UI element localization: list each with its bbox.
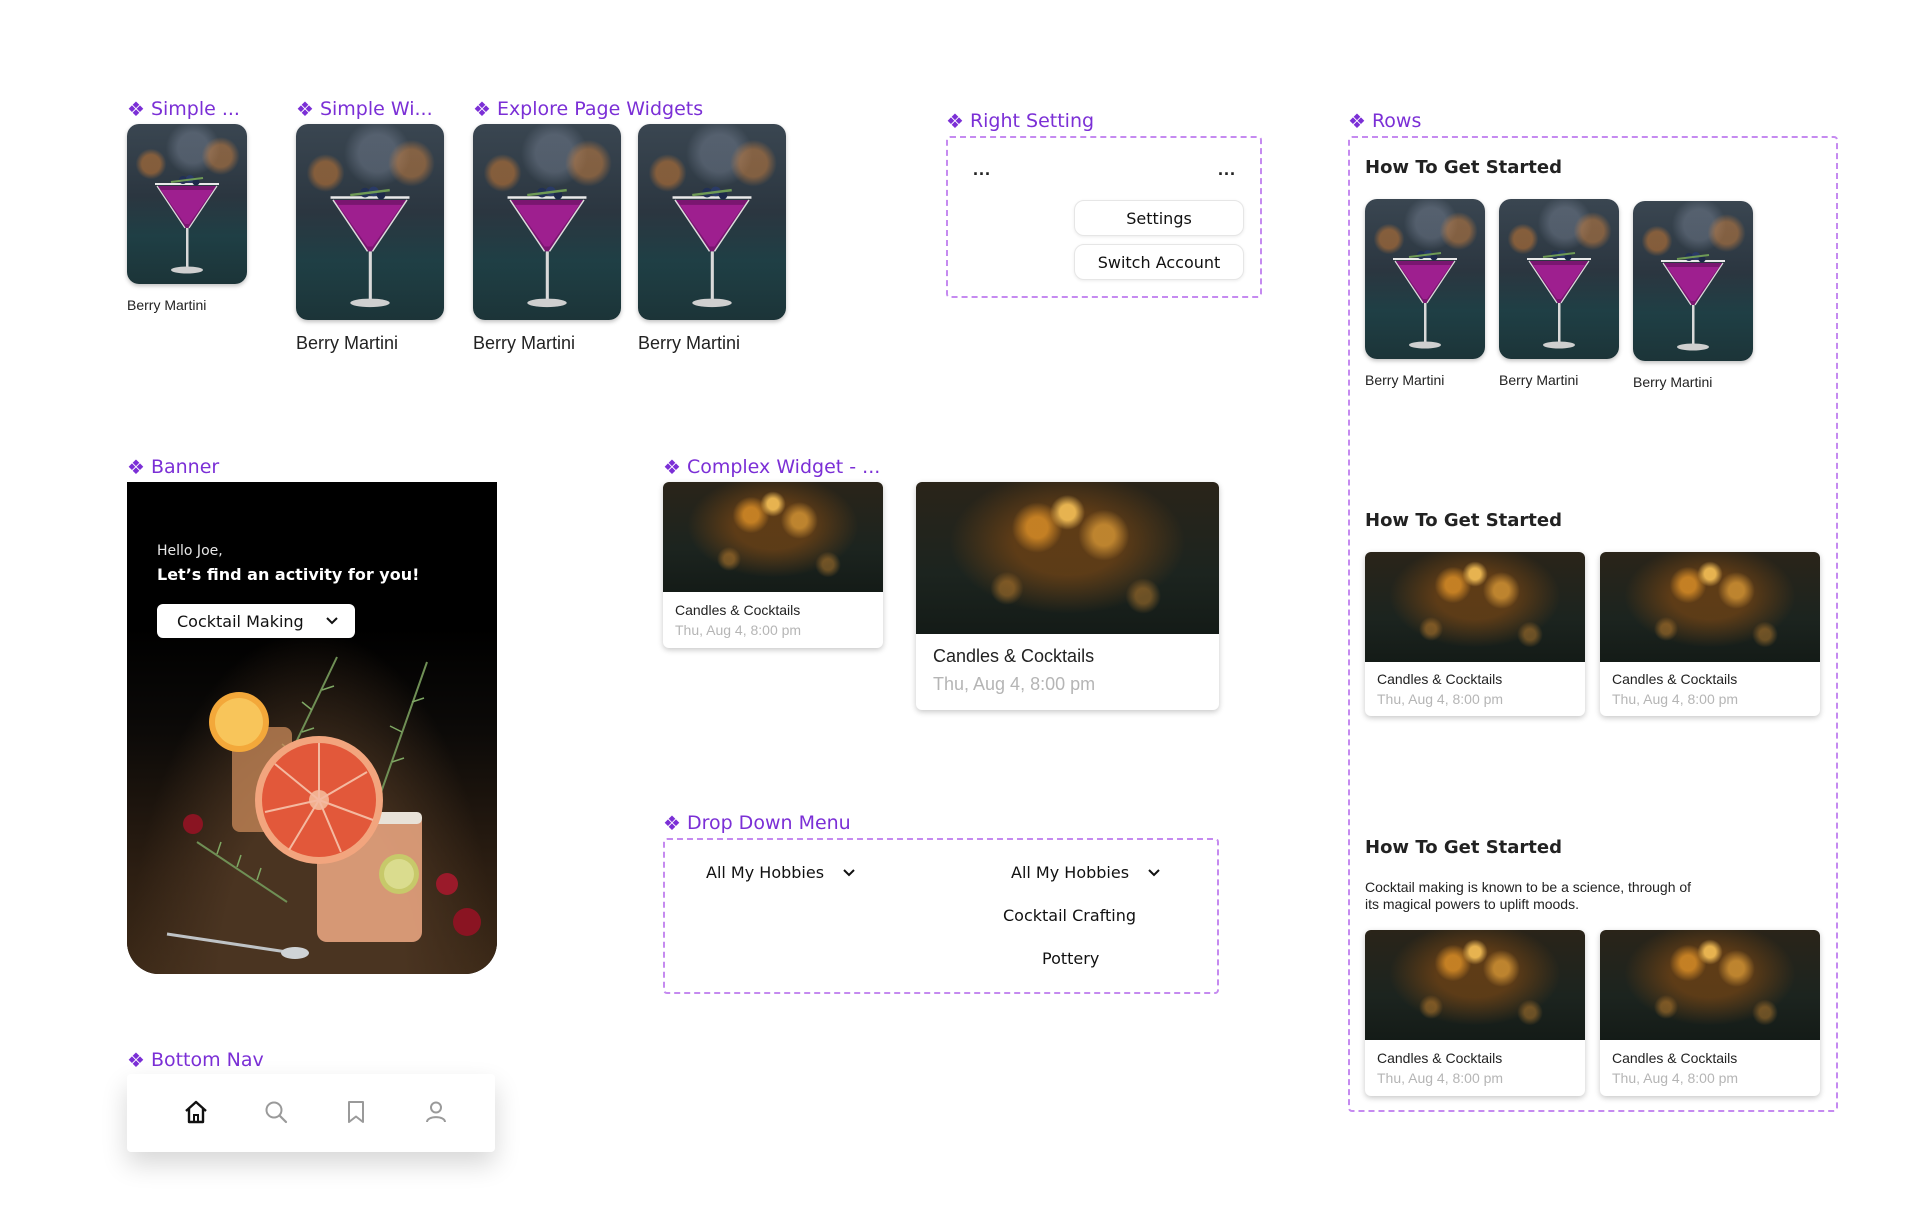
bookmark-icon[interactable] [342, 1098, 370, 1126]
event-date: Thu, Aug 4, 8:00 pm [933, 674, 1096, 694]
row-heading: How To Get Started [1365, 510, 1562, 531]
chevron-down-icon [326, 617, 338, 625]
candles-image [1600, 930, 1820, 1040]
hobbies-dropdown-value: All My Hobbies [706, 863, 825, 882]
martini-image[interactable] [1633, 201, 1753, 361]
event-card[interactable]: Candles & Cocktails Thu, Aug 4, 8:00 pm [663, 482, 883, 648]
candles-image [1365, 930, 1585, 1040]
martini-caption: Berry Martini [127, 297, 207, 313]
event-date: Thu, Aug 4, 8:00 pm [675, 622, 802, 638]
chevron-down-icon [843, 868, 855, 876]
activity-dropdown-value: Cocktail Making [177, 611, 304, 631]
label-right-setting: ❖ Right Setting [946, 109, 1095, 133]
event-title: Candles & Cocktails [1377, 1050, 1503, 1066]
label-explore-page-widgets: ❖ Explore Page Widgets [473, 97, 704, 121]
dropdown-option[interactable]: Cocktail Crafting [1003, 906, 1136, 925]
event-title: Candles & Cocktails [1612, 671, 1738, 687]
martini-caption: Berry Martini [1365, 372, 1445, 388]
row-description: Cocktail making is known to be a science… [1365, 879, 1692, 912]
martini-caption: Berry Martini [1633, 374, 1713, 390]
martini-caption: Berry Martini [473, 333, 576, 353]
candles-image [663, 482, 883, 592]
martini-image[interactable] [127, 124, 247, 284]
more-menu-icon[interactable]: ... [973, 160, 991, 178]
martini-image[interactable] [1499, 199, 1619, 359]
label-simple-widget: ❖ Simple ... [127, 97, 240, 121]
row-heading: How To Get Started [1365, 837, 1562, 858]
event-card[interactable]: Candles & Cocktails Thu, Aug 4, 8:00 pm [1600, 552, 1820, 716]
candles-image [1600, 552, 1820, 662]
martini-image[interactable] [638, 124, 786, 320]
event-title: Candles & Cocktails [933, 646, 1095, 666]
label-simple-widget-2: ❖ Simple Wi... [296, 97, 433, 121]
event-date: Thu, Aug 4, 8:00 pm [1377, 1070, 1504, 1086]
hobbies-dropdown-value: All My Hobbies [1011, 863, 1130, 882]
event-title: Candles & Cocktails [675, 602, 801, 618]
martini-image[interactable] [473, 124, 621, 320]
candles-image [916, 482, 1219, 634]
profile-icon[interactable] [422, 1098, 450, 1126]
search-icon[interactable] [262, 1098, 290, 1126]
event-card-large[interactable]: Candles & Cocktails Thu, Aug 4, 8:00 pm [916, 482, 1219, 710]
switch-account-button[interactable]: Switch Account [1074, 244, 1244, 280]
activity-dropdown[interactable]: Cocktail Making [157, 604, 355, 638]
martini-caption: Berry Martini [638, 333, 741, 353]
event-card[interactable]: Candles & Cocktails Thu, Aug 4, 8:00 pm [1600, 930, 1820, 1096]
label-drop-down-menu: ❖ Drop Down Menu [663, 811, 851, 835]
martini-image[interactable] [296, 124, 444, 320]
event-date: Thu, Aug 4, 8:00 pm [1612, 1070, 1739, 1086]
label-complex-widget: ❖ Complex Widget - ... [663, 455, 881, 479]
chevron-down-icon [1148, 868, 1160, 876]
event-card[interactable]: Candles & Cocktails Thu, Aug 4, 8:00 pm [1365, 552, 1585, 716]
event-date: Thu, Aug 4, 8:00 pm [1377, 691, 1504, 707]
event-card[interactable]: Candles & Cocktails Thu, Aug 4, 8:00 pm [1365, 930, 1585, 1096]
banner-headline: Let’s find an activity for you! [157, 565, 420, 584]
hobbies-dropdown-open[interactable]: All My Hobbies [1011, 863, 1161, 882]
banner-greeting: Hello Joe, [157, 543, 223, 559]
martini-caption: Berry Martini [296, 333, 399, 353]
event-title: Candles & Cocktails [1612, 1050, 1738, 1066]
more-menu-icon[interactable]: ... [1218, 160, 1236, 178]
label-rows: ❖ Rows [1348, 109, 1422, 133]
label-banner: ❖ Banner [127, 455, 220, 479]
settings-button[interactable]: Settings [1074, 200, 1244, 236]
home-icon[interactable] [182, 1098, 210, 1126]
bottom-nav [127, 1074, 495, 1152]
hobbies-dropdown-closed[interactable]: All My Hobbies [706, 863, 856, 882]
martini-image[interactable] [1365, 199, 1485, 359]
event-title: Candles & Cocktails [1377, 671, 1503, 687]
row-heading: How To Get Started [1365, 157, 1562, 178]
event-date: Thu, Aug 4, 8:00 pm [1612, 691, 1739, 707]
martini-caption: Berry Martini [1499, 372, 1579, 388]
label-bottom-nav: ❖ Bottom Nav [127, 1048, 264, 1072]
candles-image [1365, 552, 1585, 662]
dropdown-option[interactable]: Pottery [1042, 949, 1099, 968]
